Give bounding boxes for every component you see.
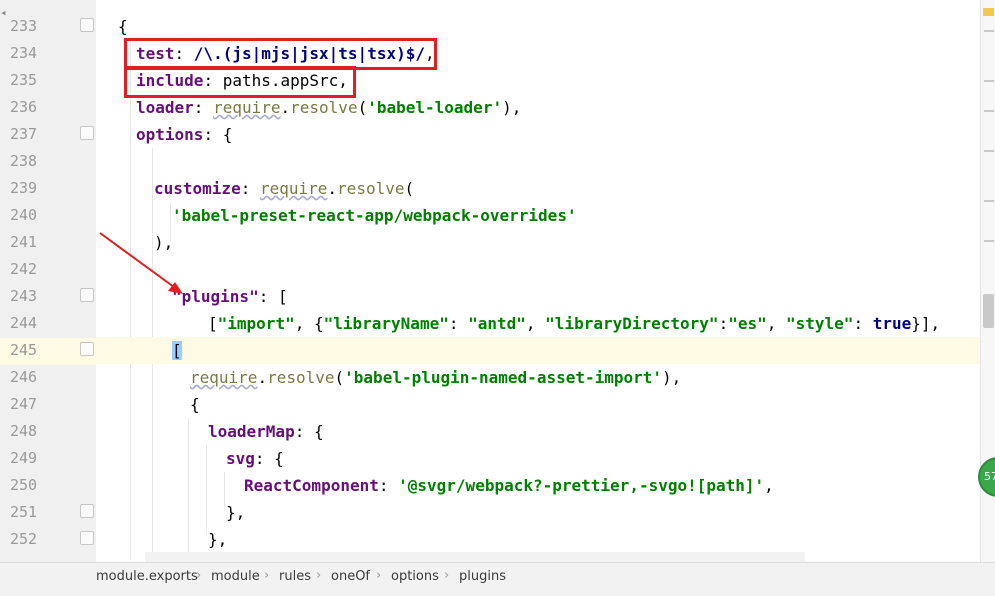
scroll-marker[interactable] (984, 200, 994, 202)
chevron-right-icon: › (196, 568, 202, 583)
breadcrumb-item-module-exports[interactable]: module.exports (96, 569, 198, 584)
breadcrumb-item-options[interactable]: options (391, 569, 439, 584)
status-badge-count: 57 (984, 470, 995, 483)
breadcrumb-item-module[interactable]: module (211, 569, 260, 584)
scroll-marker[interactable] (984, 80, 994, 82)
annotation-arrow-icon (99, 232, 183, 294)
breadcrumb: module.exports › module › rules › oneOf … (0, 562, 995, 596)
breadcrumb-item-rules[interactable]: rules (279, 569, 311, 584)
warning-marker-icon[interactable] (983, 8, 994, 16)
scroll-marker[interactable] (984, 150, 994, 152)
scroll-marker[interactable] (984, 240, 994, 242)
horizontal-scrollbar[interactable] (145, 552, 805, 562)
breadcrumb-item-oneof[interactable]: oneOf (331, 569, 370, 584)
breadcrumb-item-plugins[interactable]: plugins (459, 569, 506, 584)
chevron-right-icon: › (444, 568, 450, 583)
chevron-right-icon: › (264, 568, 270, 583)
scroll-marker[interactable] (984, 110, 994, 112)
chevron-right-icon: › (376, 568, 382, 583)
scrollbar-thumb[interactable] (983, 294, 994, 328)
chevron-right-icon: › (316, 568, 322, 583)
scroll-marker[interactable] (984, 30, 994, 32)
